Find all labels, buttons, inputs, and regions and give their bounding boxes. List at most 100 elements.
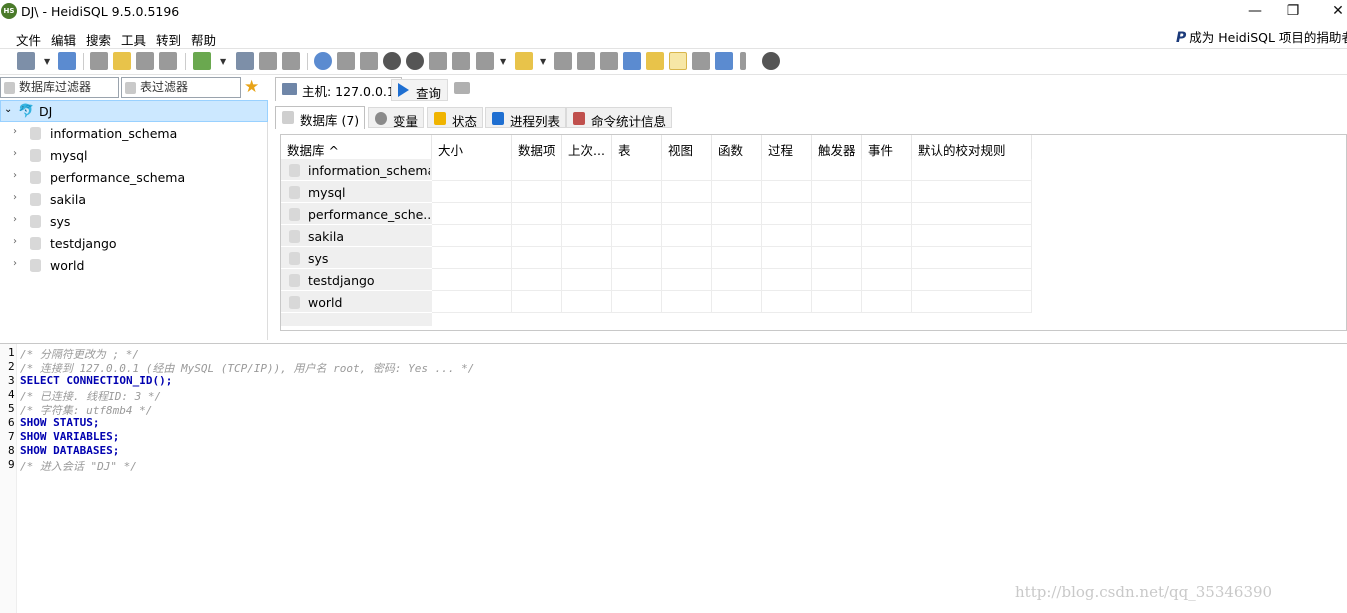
- save-icon[interactable]: [554, 52, 572, 70]
- database-name-cell[interactable]: performance_sche...: [281, 203, 432, 225]
- column-header[interactable]: 数据项: [512, 135, 562, 159]
- grid-cell[interactable]: [432, 225, 512, 247]
- grid-cell[interactable]: [512, 159, 562, 181]
- favorites-star-icon[interactable]: ★: [244, 77, 259, 97]
- run-query-icon[interactable]: [476, 52, 494, 70]
- tab-process-list[interactable]: 进程列表: [485, 107, 567, 129]
- column-header[interactable]: 大小: [432, 135, 512, 159]
- column-header[interactable]: 触发器: [812, 135, 862, 159]
- donate-link[interactable]: P 成为 HeidiSQL 项目的捐助者: [1176, 27, 1347, 46]
- session-manager-icon[interactable]: [17, 52, 35, 70]
- edit-pencil-icon[interactable]: [646, 52, 664, 70]
- column-header[interactable]: 过程: [762, 135, 812, 159]
- grid-cell[interactable]: [562, 181, 612, 203]
- grid-cell[interactable]: [912, 247, 1032, 269]
- chevron-right-icon[interactable]: ›: [13, 148, 17, 159]
- grid-cell[interactable]: [812, 181, 862, 203]
- new-query-tab-icon[interactable]: [454, 82, 470, 94]
- grid-cell[interactable]: [912, 269, 1032, 291]
- binoculars-icon[interactable]: [600, 52, 618, 70]
- grid-cell[interactable]: [612, 203, 662, 225]
- tree-item-database[interactable]: › information_schema: [0, 122, 268, 144]
- column-header[interactable]: 视图: [662, 135, 712, 159]
- tree-item-database[interactable]: › sakila: [0, 188, 268, 210]
- menu-tools[interactable]: 工具: [121, 30, 146, 49]
- grid-cell[interactable]: [612, 181, 662, 203]
- grid-cell[interactable]: [562, 203, 612, 225]
- grid-cell[interactable]: [662, 269, 712, 291]
- chevron-down-icon[interactable]: ▼: [44, 57, 50, 66]
- grid-cell[interactable]: [562, 269, 612, 291]
- grid-cell[interactable]: [432, 159, 512, 181]
- maximize-button[interactable]: ❐: [1270, 0, 1316, 24]
- chevron-down-icon[interactable]: ▼: [500, 57, 506, 66]
- grid-cell[interactable]: [562, 291, 612, 313]
- grid-cell[interactable]: [432, 203, 512, 225]
- cancel-x-icon[interactable]: [452, 52, 470, 70]
- column-header[interactable]: 上次...: [562, 135, 612, 159]
- chevron-right-icon[interactable]: ›: [13, 170, 17, 181]
- grid-cell[interactable]: [512, 269, 562, 291]
- menu-edit[interactable]: 编辑: [51, 30, 76, 49]
- tab-query[interactable]: 查询: [391, 79, 449, 101]
- grid-cell[interactable]: [812, 247, 862, 269]
- table-filter-input[interactable]: 表过滤器: [121, 77, 241, 98]
- grid-cell[interactable]: [912, 181, 1032, 203]
- grid-cell[interactable]: [762, 159, 812, 181]
- grid-cell[interactable]: [762, 203, 812, 225]
- grid-cell[interactable]: [862, 203, 912, 225]
- chevron-down-icon[interactable]: ⌄: [4, 104, 12, 115]
- tree-item-database[interactable]: › performance_schema: [0, 166, 268, 188]
- database-name-cell[interactable]: testdjango: [281, 269, 432, 291]
- grid-cell[interactable]: [432, 181, 512, 203]
- database-name-cell[interactable]: mysql: [281, 181, 432, 203]
- chevron-right-icon[interactable]: ›: [13, 258, 17, 269]
- tree-item-database[interactable]: › mysql: [0, 144, 268, 166]
- grid-cell[interactable]: [612, 269, 662, 291]
- grid-cell[interactable]: [812, 159, 862, 181]
- menu-goto[interactable]: 转到: [156, 30, 181, 49]
- grid-cell[interactable]: [432, 247, 512, 269]
- chevron-down-icon[interactable]: ▼: [540, 57, 546, 66]
- grid-cell[interactable]: [562, 225, 612, 247]
- grid-cell[interactable]: [812, 291, 862, 313]
- grid-cell[interactable]: [712, 159, 762, 181]
- grid-cell[interactable]: [762, 247, 812, 269]
- grid-cell[interactable]: [612, 291, 662, 313]
- grid-cell[interactable]: [862, 159, 912, 181]
- database-name-cell[interactable]: world: [281, 291, 432, 313]
- refresh-icon[interactable]: [193, 52, 211, 70]
- grid-cell[interactable]: [432, 269, 512, 291]
- grid-cell[interactable]: [712, 291, 762, 313]
- menu-help[interactable]: 帮助: [191, 30, 216, 49]
- hex-icon[interactable]: [692, 52, 710, 70]
- grid-cell[interactable]: [512, 247, 562, 269]
- chevron-right-icon[interactable]: ›: [13, 214, 17, 225]
- disconnect-icon[interactable]: [58, 52, 76, 70]
- tree-root-session[interactable]: ⌄ 🐬 DJ: [0, 100, 268, 122]
- insert-record-icon[interactable]: [383, 52, 401, 70]
- paste-icon[interactable]: [113, 52, 131, 70]
- grid-cell[interactable]: [712, 225, 762, 247]
- tab-command-stats[interactable]: 命令统计信息: [566, 107, 673, 129]
- undo-icon[interactable]: [136, 52, 154, 70]
- grid-cell[interactable]: [512, 291, 562, 313]
- grid-cell[interactable]: [812, 203, 862, 225]
- tree-item-database[interactable]: › world: [0, 254, 268, 276]
- tree-item-database[interactable]: › testdjango: [0, 232, 268, 254]
- column-header[interactable]: 默认的校对规则: [912, 135, 1032, 159]
- first-record-icon[interactable]: [337, 52, 355, 70]
- import-icon[interactable]: [282, 52, 300, 70]
- chevron-right-icon[interactable]: ›: [13, 192, 17, 203]
- database-name-cell[interactable]: sys: [281, 247, 432, 269]
- grid-cell[interactable]: [762, 225, 812, 247]
- tree-item-database[interactable]: › sys: [0, 210, 268, 232]
- grid-cell[interactable]: [862, 247, 912, 269]
- grid-cell[interactable]: [562, 247, 612, 269]
- grid-cell[interactable]: [662, 247, 712, 269]
- grid-cell[interactable]: [712, 247, 762, 269]
- tab-databases[interactable]: 数据库 (7): [275, 106, 366, 129]
- grid-cell[interactable]: [512, 203, 562, 225]
- grid-cell[interactable]: [862, 225, 912, 247]
- grid-cell[interactable]: [662, 291, 712, 313]
